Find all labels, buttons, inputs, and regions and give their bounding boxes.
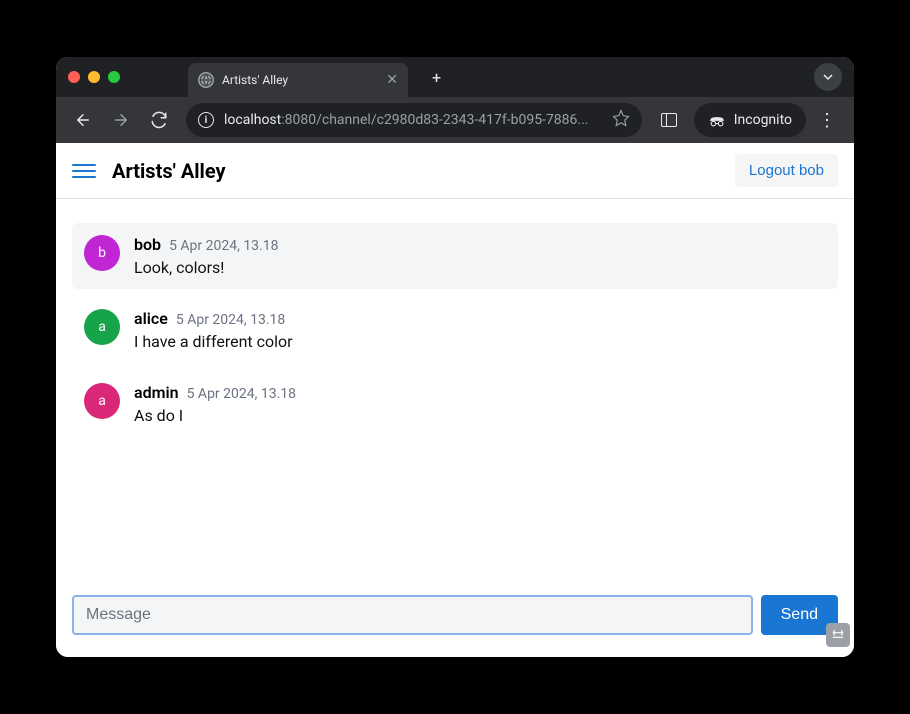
reload-icon [150, 111, 168, 129]
side-panel-button[interactable] [652, 103, 686, 137]
url-bar: i localhost:8080/channel/c2980d83-2343-4… [56, 97, 854, 143]
message-author: alice [134, 309, 168, 328]
message-author: admin [134, 383, 179, 402]
address-bar[interactable]: i localhost:8080/channel/c2980d83-2343-4… [186, 103, 642, 137]
tab-title: Artists' Alley [222, 73, 378, 87]
back-button[interactable] [66, 103, 100, 137]
arrow-right-icon [112, 111, 130, 129]
message-row: aalice 5 Apr 2024, 13.18 I have a differen… [72, 297, 838, 363]
message-text: I have a different color [134, 332, 826, 351]
window-maximize-button[interactable] [108, 71, 120, 83]
message-row: bbob 5 Apr 2024, 13.18 Look, colors! [72, 223, 838, 289]
message-row: aadmin 5 Apr 2024, 13.18 As do I [72, 371, 838, 437]
message-timestamp: 5 Apr 2024, 13.18 [169, 238, 278, 254]
reload-button[interactable] [142, 103, 176, 137]
tabs-dropdown-button[interactable] [814, 63, 842, 91]
bookmark-button[interactable] [612, 109, 630, 131]
kebab-icon: ⋮ [818, 110, 836, 131]
menu-button[interactable] [72, 159, 96, 183]
window-minimize-button[interactable] [88, 71, 100, 83]
avatar: b [84, 235, 120, 271]
new-tab-button[interactable]: + [424, 64, 449, 91]
globe-icon [198, 72, 214, 88]
panel-icon [661, 113, 677, 127]
avatar: a [84, 309, 120, 345]
message-header: admin 5 Apr 2024, 13.18 [134, 383, 826, 402]
browser-tab[interactable]: Artists' Alley ✕ [188, 63, 408, 97]
app-header: Artists' Alley Logout bob [56, 143, 854, 199]
close-tab-button[interactable]: ✕ [386, 72, 398, 88]
url-text: localhost:8080/channel/c2980d83-2343-417… [224, 112, 602, 128]
window-close-button[interactable] [68, 71, 80, 83]
app-content: Artists' Alley Logout bob bbob 5 Apr 2024… [56, 143, 854, 657]
message-timestamp: 5 Apr 2024, 13.18 [176, 312, 285, 328]
message-header: bob 5 Apr 2024, 13.18 [134, 235, 826, 254]
incognito-label: Incognito [734, 112, 792, 128]
message-body: admin 5 Apr 2024, 13.18 As do I [134, 383, 826, 425]
hamburger-icon [72, 164, 96, 166]
message-text: As do I [134, 406, 826, 425]
forward-button[interactable] [104, 103, 138, 137]
devtools-icon [831, 628, 845, 642]
site-info-icon[interactable]: i [198, 112, 214, 128]
browser-menu-button[interactable]: ⋮ [810, 103, 844, 137]
incognito-icon [708, 113, 726, 127]
incognito-badge[interactable]: Incognito [694, 103, 806, 137]
message-timestamp: 5 Apr 2024, 13.18 [187, 386, 296, 402]
message-author: bob [134, 235, 161, 254]
messages-list: bbob5 Apr 2024, 13.18Look, colors!aalice… [56, 199, 854, 583]
composer: Send [56, 583, 854, 657]
tab-bar: Artists' Alley ✕ + [56, 57, 854, 97]
message-body: alice 5 Apr 2024, 13.18 I have a different… [134, 309, 826, 351]
browser-window: Artists' Alley ✕ + i localhost:8080/chan… [56, 57, 854, 657]
avatar: a [84, 383, 120, 419]
logout-button[interactable]: Logout bob [735, 154, 838, 187]
devtools-badge[interactable] [826, 623, 850, 647]
message-header: alice 5 Apr 2024, 13.18 [134, 309, 826, 328]
window-controls [68, 71, 120, 83]
chevron-down-icon [823, 72, 833, 82]
page-title: Artists' Alley [112, 159, 226, 183]
star-icon [612, 109, 630, 127]
message-text: Look, colors! [134, 258, 826, 277]
message-body: bob 5 Apr 2024, 13.18 Look, colors! [134, 235, 826, 277]
arrow-left-icon [74, 111, 92, 129]
message-input[interactable] [72, 595, 753, 635]
